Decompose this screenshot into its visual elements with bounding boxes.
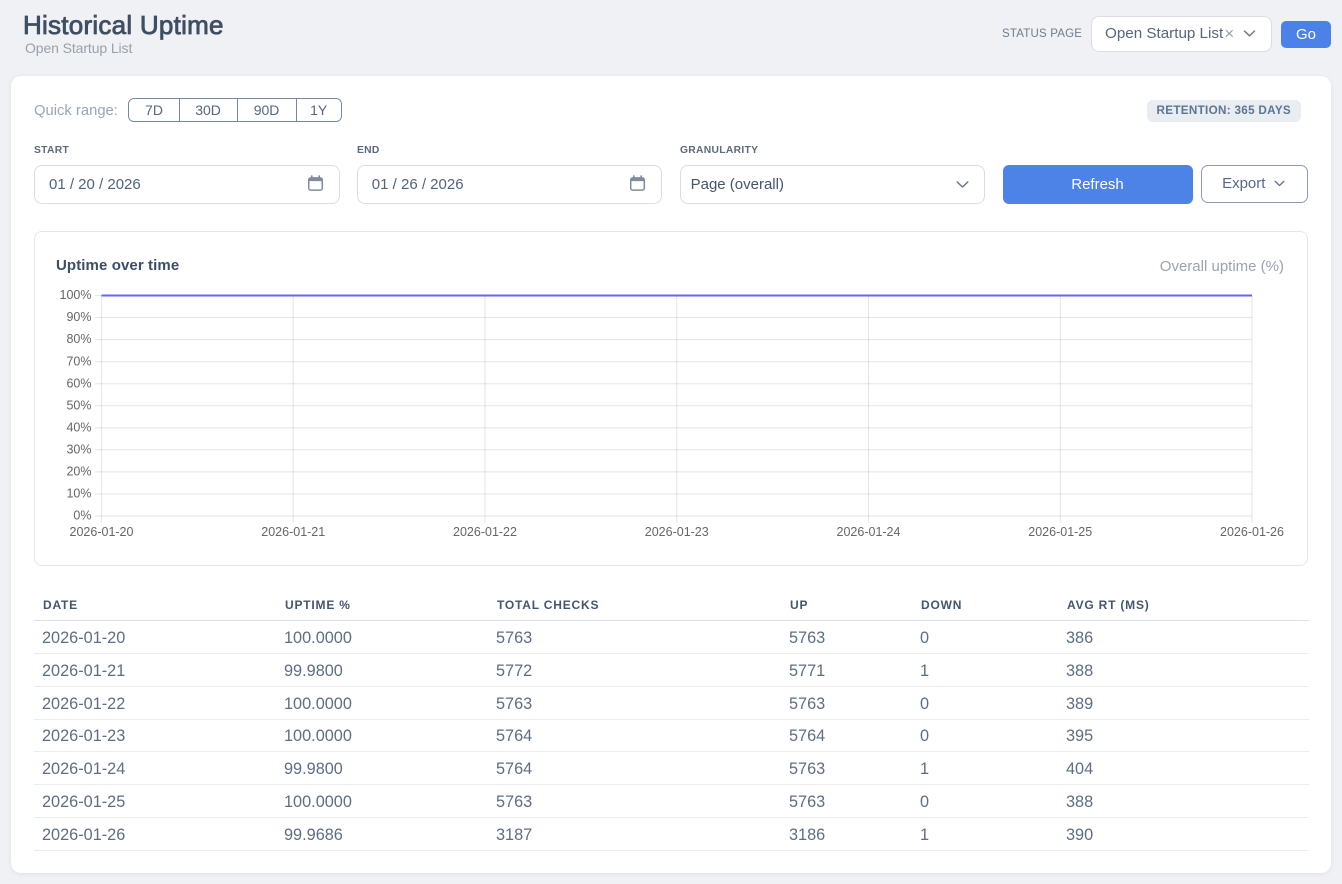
svg-text:2026-01-23: 2026-01-23 (645, 525, 709, 539)
svg-text:70%: 70% (66, 354, 91, 368)
svg-text:60%: 60% (66, 376, 91, 390)
svg-text:2026-01-25: 2026-01-25 (1028, 525, 1092, 539)
svg-text:2026-01-21: 2026-01-21 (261, 525, 325, 539)
svg-text:100%: 100% (60, 288, 92, 302)
svg-text:2026-01-20: 2026-01-20 (70, 525, 134, 539)
svg-text:2026-01-22: 2026-01-22 (453, 525, 517, 539)
svg-text:20%: 20% (66, 465, 91, 479)
svg-text:50%: 50% (66, 398, 91, 412)
svg-text:10%: 10% (66, 487, 91, 501)
svg-text:2026-01-26: 2026-01-26 (1220, 525, 1284, 539)
svg-text:90%: 90% (66, 310, 91, 324)
svg-text:0%: 0% (73, 509, 91, 523)
svg-text:2026-01-24: 2026-01-24 (837, 525, 901, 539)
svg-text:80%: 80% (66, 332, 91, 346)
svg-text:30%: 30% (66, 443, 91, 457)
svg-text:40%: 40% (66, 420, 91, 434)
